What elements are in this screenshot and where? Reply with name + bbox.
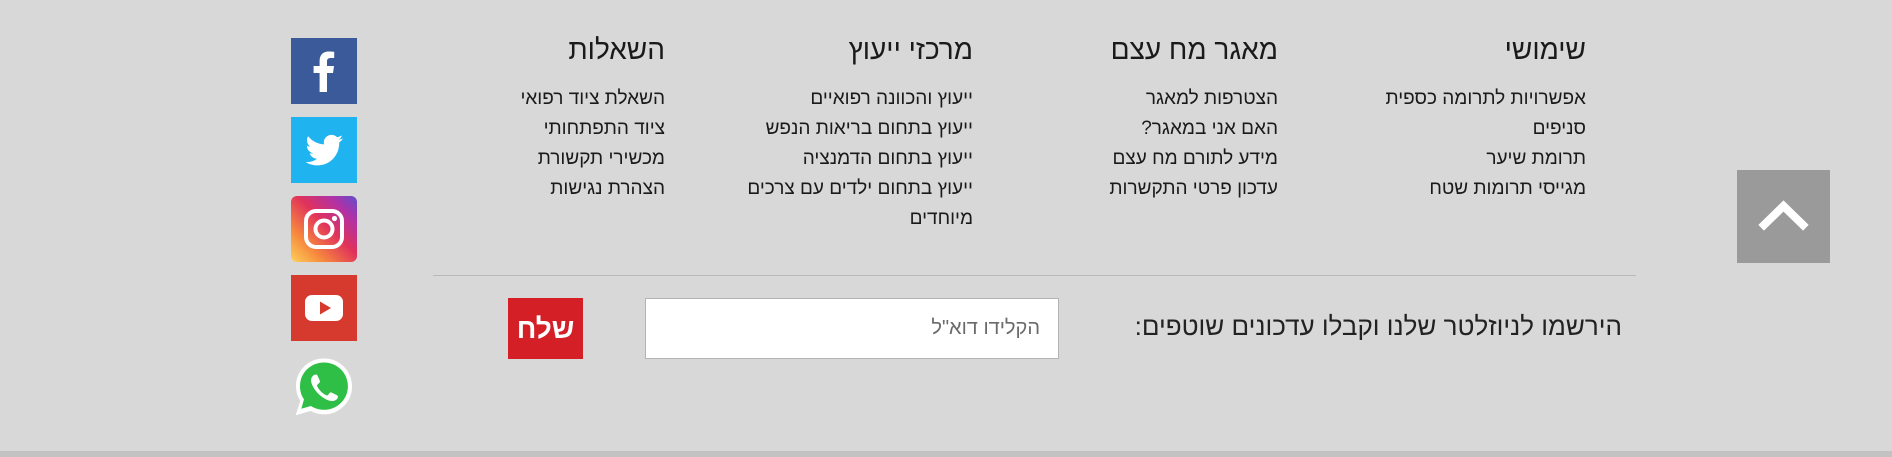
footer-link[interactable]: ציוד התפתחותי [544,118,665,139]
column-title: מרכזי ייעוץ [848,34,973,65]
footer-link[interactable]: ייעוץ בתחום הדמנציה [803,148,973,169]
bottom-strip [0,451,1892,457]
footer-link[interactable]: אפשרויות לתרומה כספית [1385,88,1586,109]
footer-link[interactable]: הצטרפות למאגר [1146,88,1278,109]
column-title: השאלות [568,34,665,65]
footer-link[interactable]: האם אני במאגר? [1141,118,1278,139]
social-links [291,38,357,433]
instagram-icon[interactable] [291,196,357,262]
footer-link[interactable]: תרומת שיער [1486,148,1586,169]
footer-link[interactable]: סניפים [1533,118,1586,139]
newsletter-send-button[interactable]: שלח [508,298,583,359]
footer-link[interactable]: הצהרת נגישות [550,178,665,199]
footer-link[interactable]: מידע לתורם מח עצם [1113,148,1279,169]
chevron-up-icon [1758,200,1809,231]
newsletter-label: הירשמו לניוזלטר שלנו וקבלו עדכונים שוטפי… [1134,311,1622,341]
twitter-icon[interactable] [291,117,357,183]
footer-column-bone-marrow: מאגר מח עצם הצטרפות למאגר האם אני במאגר?… [1018,32,1278,204]
footer-divider [433,275,1636,276]
whatsapp-icon[interactable] [291,354,357,420]
footer-link[interactable]: מכשירי תקשורת [538,148,665,169]
footer-column-loans: השאלות השאלת ציוד רפואי ציוד התפתחותי מכ… [425,32,665,204]
facebook-icon[interactable] [291,38,357,104]
footer-column-counseling: מרכזי ייעוץ ייעוץ והכוונה רפואיים ייעוץ … [713,32,973,234]
column-title: מאגר מח עצם [1110,34,1278,65]
footer-link[interactable]: ייעוץ בתחום ילדים עם צרכים מיוחדים [747,178,973,229]
scroll-top-button[interactable] [1737,170,1830,263]
newsletter-email-input[interactable] [645,298,1059,359]
column-title: שימושי [1504,34,1586,65]
footer-link[interactable]: מגייסי תרומות שטח [1429,178,1586,199]
footer-link[interactable]: ייעוץ בתחום בריאות הנפש [766,118,973,139]
footer-link[interactable]: ייעוץ והכוונה רפואיים [810,88,973,109]
footer-column-useful: שימושי אפשרויות לתרומה כספית סניפים תרומ… [1326,32,1586,204]
footer-link[interactable]: השאלת ציוד רפואי [520,88,665,109]
footer-link[interactable]: עדכון פרטי התקשרות [1109,178,1278,199]
youtube-icon[interactable] [291,275,357,341]
